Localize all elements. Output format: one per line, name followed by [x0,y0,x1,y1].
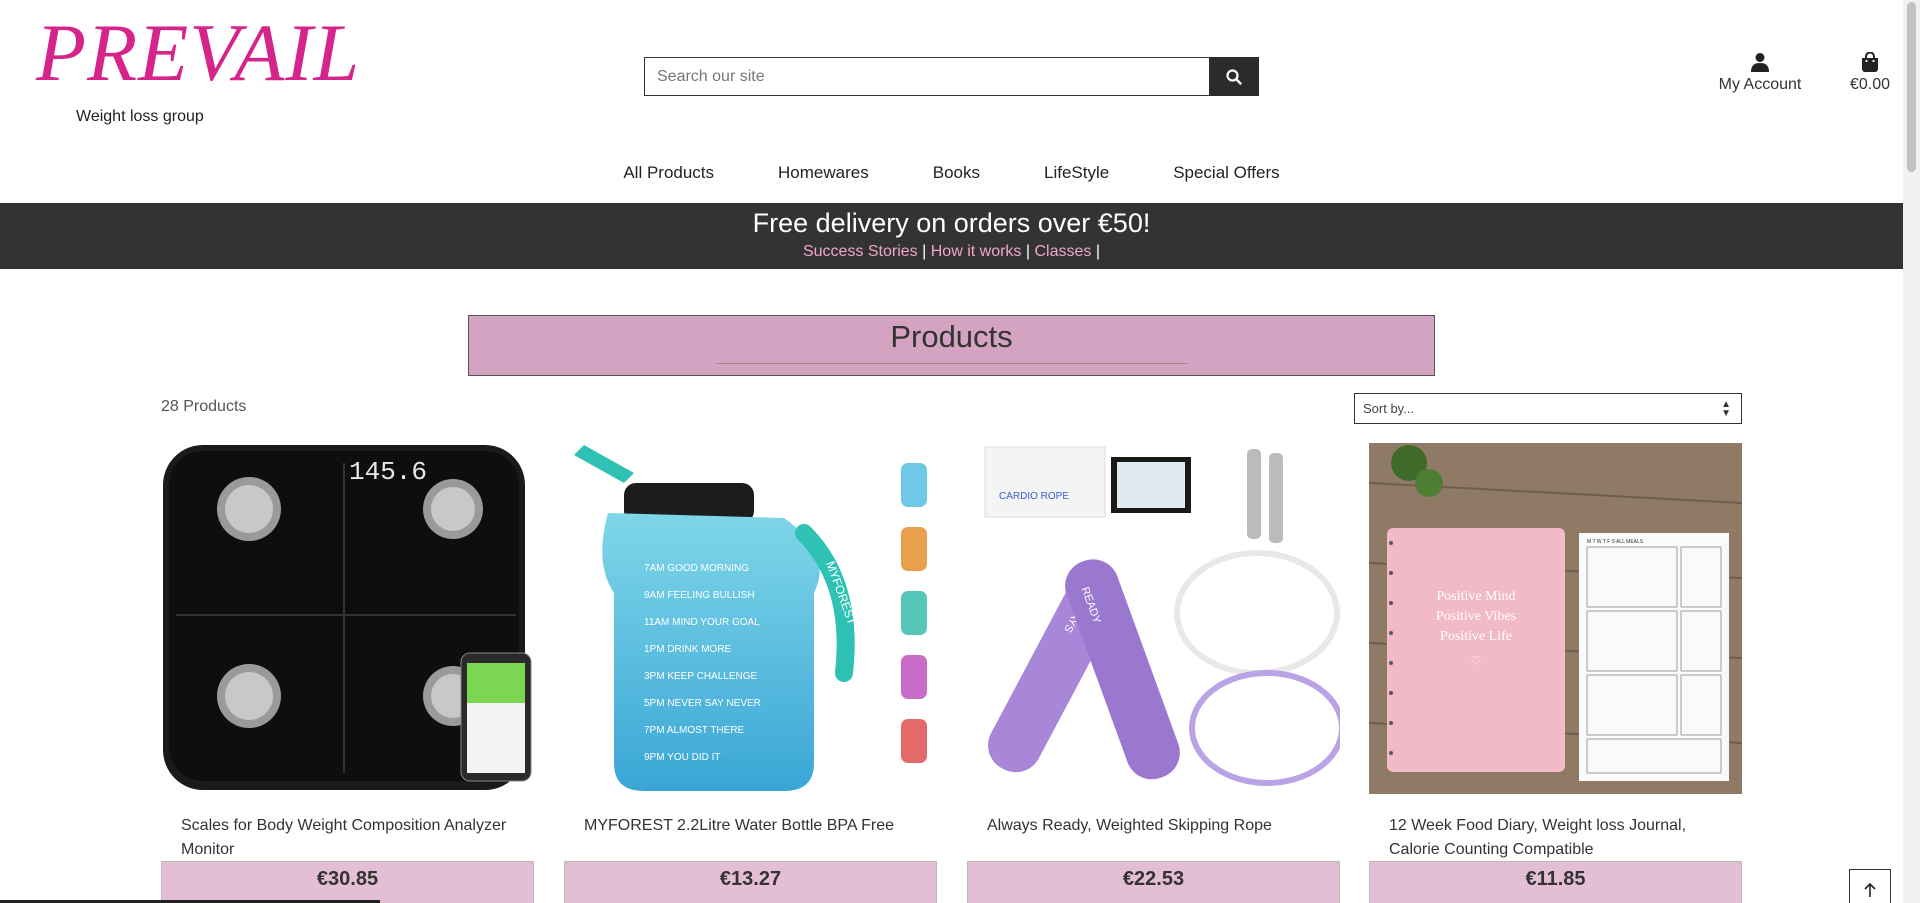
bottle-line: 9PM YOU DID IT [644,752,721,763]
bottle-line: 7PM ALMOST THERE [644,725,745,736]
scale-image: 145.6 [163,445,532,790]
cart-link[interactable]: €0.00 [1840,52,1900,94]
skipping-rope-image: CARDIO ROPE ALWAYS READY [967,443,1340,794]
page-title: Products [890,319,1013,354]
food-diary-image: Positive Mind Positive Vibes Positive Li… [1369,443,1742,794]
bottle-line: 9AM FEELING BULLISH [644,590,755,601]
diary-page-header: M T W T F S ALL MEALS [1587,539,1644,545]
bottle-line: 3PM KEEP CHALLENGE [644,671,758,682]
search-button[interactable] [1209,57,1259,96]
product-price: €11.85 [1525,868,1586,890]
my-account-label: My Account [1718,76,1802,93]
search-input[interactable] [644,57,1209,96]
my-account-link[interactable]: My Account [1710,52,1810,94]
product-image-water-bottle[interactable]: MYFOREST 7AM GOOD MORNING 9AM FEELING BU… [564,443,937,794]
shopping-bag-icon [1862,52,1878,72]
diary-cover-line: Positive Life [1440,629,1512,644]
sort-arrows-icon: ▲ ▼ [1721,399,1731,419]
scale-display: 145.6 [349,457,427,487]
diary-cover-line: Positive Vibes [1436,609,1516,624]
products-heading-box: Products [468,315,1435,376]
rope-box-label: CARDIO ROPE [999,491,1069,502]
bottle-line: 5PM NEVER SAY NEVER [644,698,761,709]
nav-all-products[interactable]: All Products [591,163,746,183]
product-image-skipping-rope[interactable]: CARDIO ROPE ALWAYS READY [967,443,1340,794]
nav-homewares[interactable]: Homewares [746,163,901,183]
page-scrollbar[interactable] [1903,0,1920,903]
cart-total: €0.00 [1849,76,1891,93]
banner-separator: | [1095,243,1101,260]
price-box: €11.85 [1369,861,1742,903]
product-price: €30.85 [316,868,379,890]
main-nav: All Products Homewares Books LifeStyle S… [0,163,1903,183]
price-box: €22.53 [967,861,1340,903]
product-name[interactable]: Scales for Body Weight Composition Analy… [161,794,534,862]
back-to-top-button[interactable] [1849,869,1891,903]
sort-select[interactable]: Sort by... ▲ ▼ [1354,393,1742,424]
sort-selected: Sort by... [1363,401,1415,416]
search-form [644,57,1259,96]
banner-separator: | [922,243,927,260]
banner-separator: | [1025,243,1031,260]
arrow-up-icon [1864,882,1876,897]
bottle-line: 1PM DRINK MORE [644,644,732,655]
product-name[interactable]: Always Ready, Weighted Skipping Rope [967,794,1340,862]
product-image-food-diary[interactable]: Positive Mind Positive Vibes Positive Li… [1369,443,1742,794]
link-classes[interactable]: Classes [1035,243,1092,260]
title-divider [716,363,1187,364]
scrollbar-thumb[interactable] [1907,2,1916,172]
banner-links: Success Stories | How it works | Classes… [0,243,1903,261]
brand-tagline: Weight loss group [76,108,204,125]
product-card[interactable]: Positive Mind Positive Vibes Positive Li… [1369,443,1742,903]
product-price: €22.53 [1122,868,1185,890]
product-price: €13.27 [719,868,782,890]
banner-title: Free delivery on orders over €50! [752,208,1151,238]
product-image-scale[interactable]: 145.6 [161,443,534,794]
water-bottle-image: MYFOREST 7AM GOOD MORNING 9AM FEELING BU… [564,443,937,794]
link-success-stories[interactable]: Success Stories [803,243,918,260]
nav-books[interactable]: Books [901,163,1012,183]
heart-icon: ♡ [1471,654,1482,668]
bottle-line: 7AM GOOD MORNING [644,563,749,574]
bottle-line: 11AM MIND YOUR GOAL [644,617,760,628]
price-box: €13.27 [564,861,937,903]
user-icon [1751,53,1769,72]
product-name[interactable]: MYFOREST 2.2Litre Water Bottle BPA Free [564,794,937,862]
link-how-it-works[interactable]: How it works [931,243,1022,260]
product-card[interactable]: CARDIO ROPE ALWAYS READY Always Ready, W… [967,443,1340,903]
nav-special-offers[interactable]: Special Offers [1141,163,1311,183]
product-count: 28 Products [161,398,247,415]
delivery-banner: Free delivery on orders over €50! Succes… [0,203,1903,269]
product-card[interactable]: MYFOREST 7AM GOOD MORNING 9AM FEELING BU… [564,443,937,903]
diary-cover-line: Positive Mind [1437,589,1516,604]
search-icon [1226,68,1242,85]
brand-logo[interactable]: PREVAIL Weight loss group [36,8,359,128]
price-box: €30.85 [161,861,534,903]
brand-name: PREVAIL [36,7,361,98]
nav-lifestyle[interactable]: LifeStyle [1012,163,1141,183]
product-card[interactable]: 145.6 Scales for Body Weight Composition… [161,443,534,903]
product-name[interactable]: 12 Week Food Diary, Weight loss Journal,… [1369,794,1742,862]
